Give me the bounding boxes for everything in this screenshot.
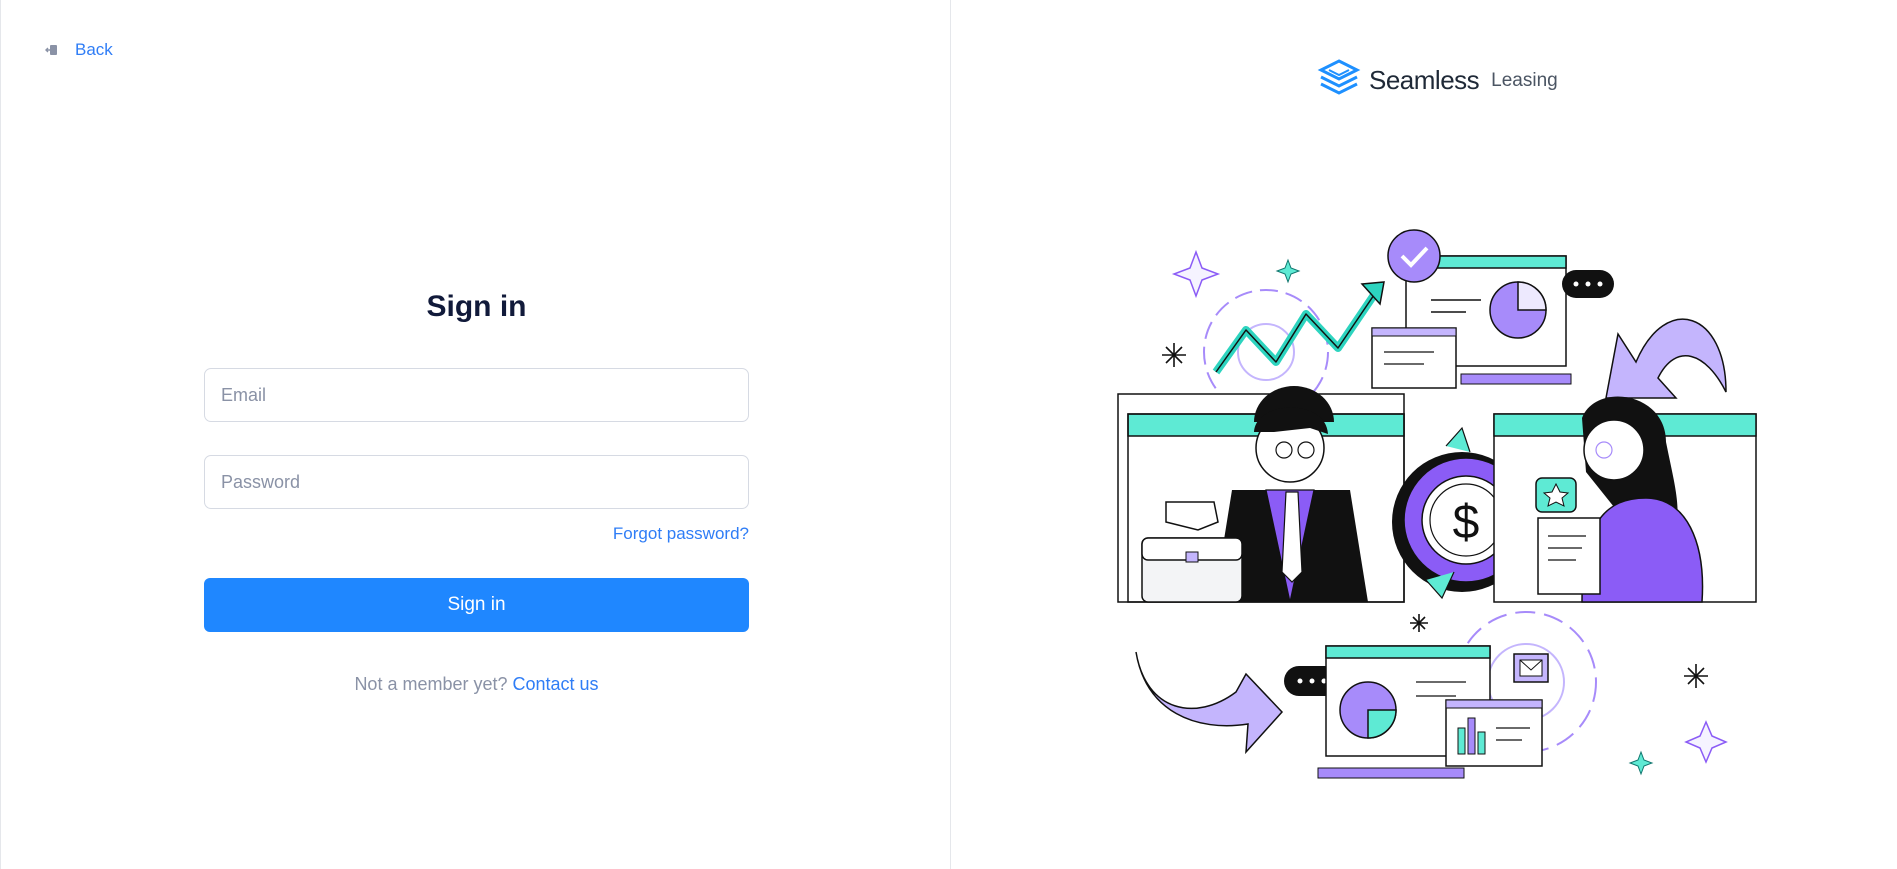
password-field[interactable] — [204, 455, 749, 509]
page-title: Sign in — [426, 290, 527, 323]
back-link[interactable]: Back — [45, 40, 113, 60]
brand-sub: Leasing — [1491, 69, 1558, 91]
back-label: Back — [75, 40, 113, 59]
forgot-password-link[interactable]: Forgot password? — [613, 524, 749, 543]
sign-in-panel: Back Sign in Forgot password? Sign in No… — [0, 0, 951, 869]
svg-text:$: $ — [1453, 496, 1480, 549]
member-text: Not a member yet? — [354, 674, 508, 694]
email-field[interactable] — [204, 368, 749, 422]
sign-in-button[interactable]: Sign in — [204, 578, 749, 632]
brand-logo: Seamless Leasing — [1317, 58, 1558, 103]
logo-icon — [1317, 58, 1361, 103]
forgot-row: Forgot password? — [204, 524, 749, 544]
logout-icon — [45, 43, 59, 57]
sign-in-form: Sign in Forgot password? Sign in Not a m… — [204, 290, 749, 695]
member-row: Not a member yet? Contact us — [204, 674, 749, 695]
leasing-illustration: $ — [1106, 222, 1766, 807]
brand-panel: Seamless Leasing $ — [951, 0, 1897, 869]
brand-name: Seamless — [1369, 65, 1480, 95]
contact-us-link[interactable]: Contact us — [513, 674, 599, 694]
sign-in-page: Back Sign in Forgot password? Sign in No… — [0, 0, 1897, 869]
